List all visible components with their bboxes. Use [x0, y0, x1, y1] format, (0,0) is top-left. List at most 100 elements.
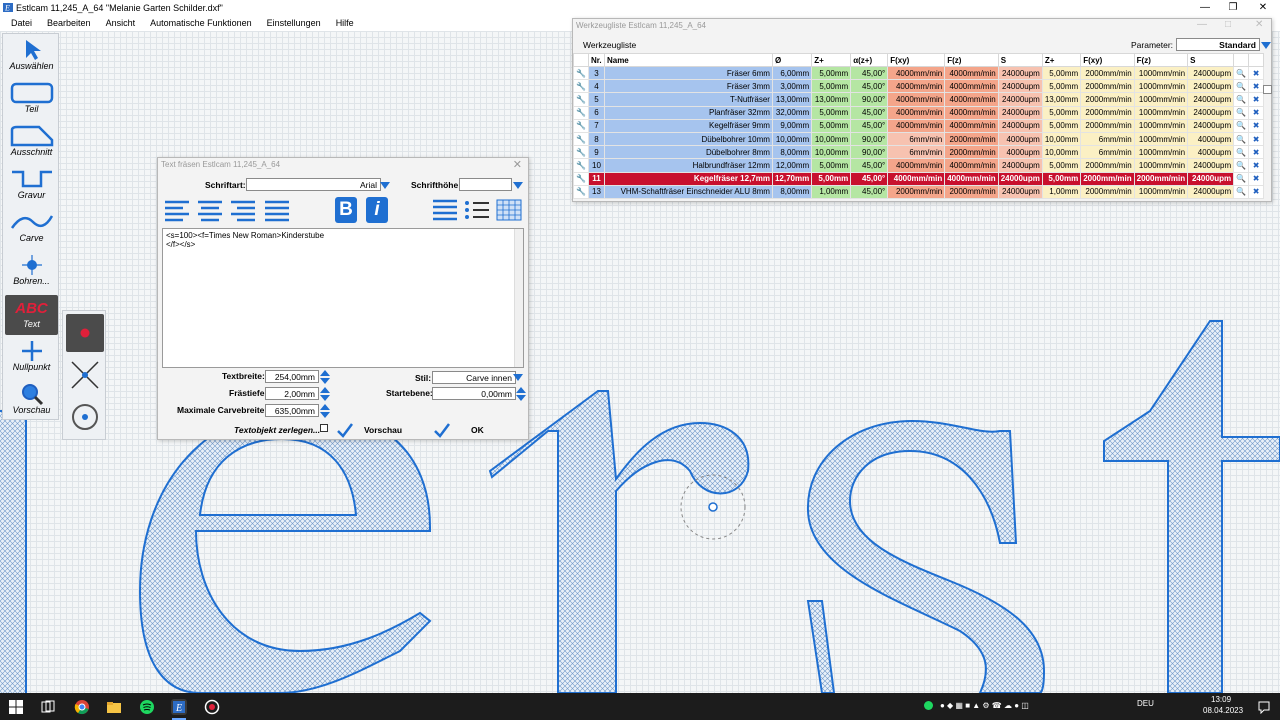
- col-header-zplus-2[interactable]: Z+: [1041, 53, 1082, 67]
- col-header-s[interactable]: S: [997, 53, 1043, 67]
- table-row[interactable]: 🔧 9 Dübelbohrer 8mm 8,00mm 10,00mm 90,00° 6mm/…: [573, 145, 1265, 160]
- tray-icons[interactable]: ● ◆ ▦ ■ ▲ ⚙ ☎ ☁ ● ◫: [940, 701, 1029, 710]
- tool-edit-icon[interactable]: 🔧: [573, 184, 589, 199]
- align-left-button[interactable]: [162, 196, 192, 224]
- search-icon[interactable]: 🔍: [1233, 158, 1250, 173]
- tool-gravur[interactable]: Gravur: [5, 166, 58, 206]
- split-text-checkbox[interactable]: [320, 424, 328, 432]
- ok-button[interactable]: OK: [433, 421, 523, 439]
- col-header-diameter[interactable]: Ø: [771, 53, 813, 67]
- table-row[interactable]: 🔧 13 VHM-Schaftfräser Einschneider ALU 8mm…: [573, 184, 1265, 199]
- grid-button[interactable]: [494, 196, 524, 224]
- italic-button[interactable]: i: [362, 196, 392, 224]
- table-row[interactable]: 🔧 10 Halbrundfräser 12mm 12,00mm 5,00mm 45,00…: [573, 158, 1265, 173]
- tool-nullpunkt[interactable]: Nullpunkt: [5, 338, 58, 378]
- startebene-stepper-icon[interactable]: [516, 387, 526, 401]
- tool-auswaehlen[interactable]: Auswählen: [5, 37, 58, 77]
- task-view-icon[interactable]: [40, 699, 56, 715]
- parameter-dropdown-icon[interactable]: [1261, 42, 1271, 49]
- notification-icon[interactable]: [1257, 700, 1271, 714]
- tool-list-checkbox[interactable]: [1263, 85, 1272, 94]
- carvebreite-stepper-icon[interactable]: [320, 404, 330, 418]
- menu-hilfe[interactable]: Hilfe: [336, 18, 354, 28]
- table-row[interactable]: 🔧 4 Fräser 3mm 3,00mm 5,00mm 45,00° 4000mm/min…: [573, 79, 1265, 94]
- col-header-zplus[interactable]: Z+: [811, 53, 852, 67]
- bold-button[interactable]: B: [331, 196, 361, 224]
- frastiefe-input[interactable]: 2,00mm: [265, 387, 319, 400]
- tool-edit-icon[interactable]: 🔧: [573, 105, 589, 120]
- tool-text[interactable]: ABC Text: [5, 295, 58, 335]
- startebene-input[interactable]: 0,00mm: [432, 387, 516, 400]
- tool-edit-icon[interactable]: 🔧: [573, 92, 589, 107]
- close-icon[interactable]: ✕: [1255, 19, 1263, 30]
- delete-icon[interactable]: ✖: [1248, 79, 1265, 94]
- tool-edit-icon[interactable]: 🔧: [573, 171, 589, 186]
- align-justify-button[interactable]: [262, 196, 292, 224]
- search-icon[interactable]: 🔍: [1233, 79, 1250, 94]
- estlcam-taskbar-icon[interactable]: E: [171, 699, 187, 715]
- subtool-point[interactable]: [66, 314, 104, 352]
- tool-edit-icon[interactable]: 🔧: [573, 131, 589, 147]
- search-icon[interactable]: 🔍: [1233, 131, 1250, 147]
- search-icon[interactable]: 🔍: [1233, 118, 1250, 133]
- table-row[interactable]: 🔧 3 Fräser 6mm 6,00mm 5,00mm 45,00° 4000mm/min…: [573, 65, 1265, 81]
- tool-list-tab[interactable]: Werkzeugliste: [583, 40, 636, 50]
- tool-bohren[interactable]: Bohren...: [5, 252, 58, 292]
- stil-dropdown-icon[interactable]: [513, 374, 523, 381]
- stil-select[interactable]: Carve innen: [432, 371, 516, 384]
- dialog-close-icon[interactable]: ✕: [513, 158, 522, 171]
- font-height-dropdown-icon[interactable]: [513, 182, 523, 189]
- table-row[interactable]: 🔧 7 Kegelfräser 9mm 9,00mm 5,00mm 45,00° 4000m…: [573, 118, 1265, 133]
- minimize-icon[interactable]: —: [1190, 0, 1220, 15]
- delete-icon[interactable]: ✖: [1248, 92, 1265, 107]
- minimize-icon[interactable]: —: [1197, 19, 1207, 30]
- tool-edit-icon[interactable]: 🔧: [573, 118, 589, 133]
- tool-edit-icon[interactable]: 🔧: [573, 79, 589, 94]
- tray-spotify-icon[interactable]: [924, 701, 933, 712]
- restore-icon[interactable]: □: [1225, 19, 1231, 30]
- menu-einstellungen[interactable]: Einstellungen: [267, 18, 321, 28]
- text-editor[interactable]: <s=100><f=Times New Roman>Kinderstube </…: [162, 228, 524, 368]
- tool-teil[interactable]: Teil: [5, 80, 58, 120]
- textbreite-input[interactable]: 254,00mm: [265, 370, 319, 383]
- col-header-fxy-2[interactable]: F(xy): [1080, 53, 1135, 67]
- tool-edit-icon[interactable]: 🔧: [573, 145, 589, 160]
- tray-time[interactable]: 13:09: [1211, 695, 1231, 704]
- line-spacing-button[interactable]: [430, 196, 460, 224]
- windows-start-icon[interactable]: [8, 699, 24, 715]
- align-right-button[interactable]: [228, 196, 258, 224]
- delete-icon[interactable]: ✖: [1248, 184, 1265, 199]
- font-dropdown-icon[interactable]: [380, 182, 390, 189]
- editor-scrollbar[interactable]: [514, 229, 523, 367]
- col-header-fz-2[interactable]: F(z): [1133, 53, 1189, 67]
- col-header-fxy[interactable]: F(xy): [887, 53, 946, 67]
- delete-icon[interactable]: ✖: [1248, 145, 1265, 160]
- tray-date[interactable]: 08.04.2023: [1203, 706, 1243, 715]
- search-icon[interactable]: 🔍: [1233, 105, 1250, 120]
- delete-icon[interactable]: ✖: [1248, 118, 1265, 133]
- close-icon[interactable]: ✕: [1248, 0, 1278, 15]
- menu-automatische-funktionen[interactable]: Automatische Funktionen: [150, 18, 252, 28]
- font-select[interactable]: Arial: [246, 178, 381, 191]
- restore-icon[interactable]: ❐: [1218, 0, 1248, 15]
- search-icon[interactable]: 🔍: [1233, 92, 1250, 107]
- menu-datei[interactable]: Datei: [11, 18, 32, 28]
- carvebreite-input[interactable]: 635,00mm: [265, 404, 319, 417]
- textbreite-stepper-icon[interactable]: [320, 370, 330, 384]
- tool-edit-icon[interactable]: 🔧: [573, 65, 589, 81]
- menu-ansicht[interactable]: Ansicht: [106, 18, 136, 28]
- delete-icon[interactable]: ✖: [1248, 171, 1265, 186]
- delete-icon[interactable]: ✖: [1248, 105, 1265, 120]
- search-icon[interactable]: 🔍: [1233, 65, 1250, 81]
- parameter-select[interactable]: Standard: [1176, 38, 1260, 51]
- delete-icon[interactable]: ✖: [1248, 158, 1265, 173]
- col-header-name[interactable]: Name: [603, 53, 773, 67]
- search-icon[interactable]: 🔍: [1233, 145, 1250, 160]
- tool-ausschnitt[interactable]: Ausschnitt: [5, 123, 58, 163]
- font-height-select[interactable]: [459, 178, 512, 191]
- delete-icon[interactable]: ✖: [1248, 65, 1265, 81]
- search-icon[interactable]: 🔍: [1233, 171, 1250, 186]
- align-center-button[interactable]: [195, 196, 225, 224]
- subtool-circle[interactable]: [66, 398, 104, 436]
- table-row[interactable]: 🔧 11 Kegelfräser 12,7mm 12,70mm 5,00mm 45,00°…: [573, 171, 1265, 186]
